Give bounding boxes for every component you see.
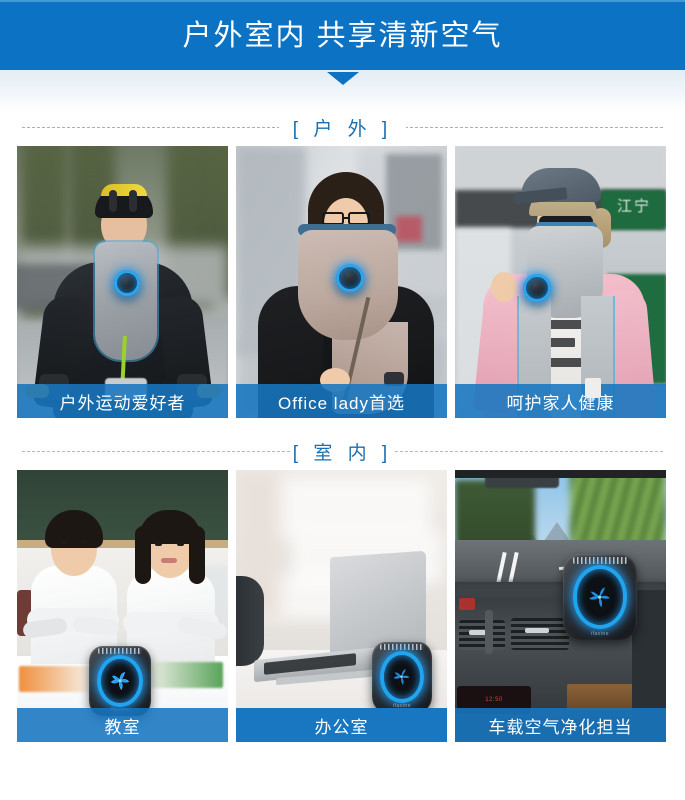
scene-cyclist [17,146,228,418]
section-title-indoor: [ 室 内 ] [292,442,393,464]
card-caption: Office lady首选 [236,384,447,418]
card-car-purifier[interactable]: 12:50 ifavine 车载空气净化担当 [455,470,666,742]
header-banner: 户外室内 共享清新空气 [0,0,685,85]
card-family-health[interactable]: 江宁 呵护家人健康 [455,146,666,418]
indoor-card-row: ifavine 教室 [0,470,685,742]
card-outdoor-sports[interactable]: 户外运动爱好者 [17,146,228,418]
product-device [114,270,140,296]
section-label-indoor: [ 室 内 ] [0,432,685,470]
section-title-outdoor: [ 户 外 ] [278,113,407,141]
card-caption: 车载空气净化担当 [455,708,666,742]
product-device: ifavine [563,554,637,640]
scene-office-lady [236,146,447,418]
scene-station-girl: 江宁 [455,146,666,418]
divider-line-left [22,127,290,128]
product-device: ifavine [372,642,432,712]
scene-office-desk: ifavine [236,470,447,742]
product-device: ifavine [89,646,151,716]
divider-line-right [395,127,663,128]
card-caption: 办公室 [236,708,447,742]
header-down-arrow-icon [326,72,359,85]
divider-line-right [395,451,663,452]
scene-classroom: ifavine [17,470,228,742]
card-office-lady[interactable]: Office lady首选 [236,146,447,418]
product-brand-mark: ifavine [591,630,609,637]
fan-blades-icon [393,669,410,686]
product-device [523,274,551,302]
card-classroom[interactable]: ifavine 教室 [17,470,228,742]
section-label-outdoor: [ 户 外 ] [0,108,685,146]
divider-line-left [22,451,290,452]
fan-blades-icon [589,587,611,608]
card-caption: 户外运动爱好者 [17,384,228,418]
fan-blades-icon [110,672,130,691]
card-caption: 教室 [17,708,228,742]
page-title: 户外室内 共享清新空气 [182,19,503,52]
product-device [336,264,364,292]
card-caption: 呵护家人健康 [455,384,666,418]
card-office[interactable]: ifavine 办公室 [236,470,447,742]
dashboard-clock: 12:50 [485,697,503,703]
outdoor-card-row: 户外运动爱好者 Office lady首选 江宁 呵护家人健康 [0,146,685,418]
background-sign-text: 江宁 [616,197,651,215]
scene-car-dashboard: 12:50 ifavine [455,470,666,742]
